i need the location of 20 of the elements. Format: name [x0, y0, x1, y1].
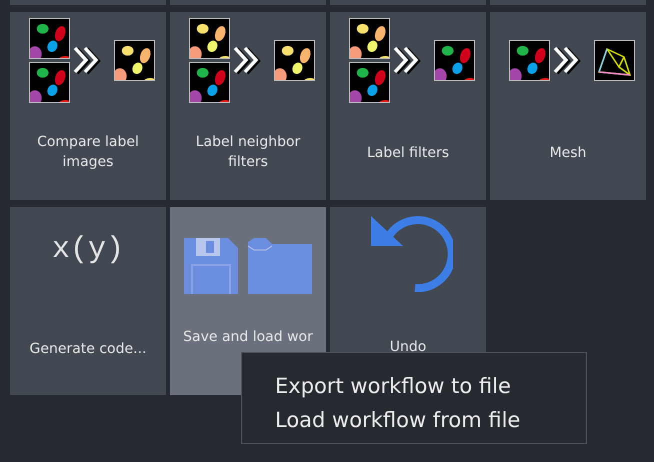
tool-tile[interactable]: Label filters	[330, 12, 486, 200]
tile[interactable]	[170, 0, 326, 5]
tile[interactable]	[330, 0, 486, 5]
tool-tile[interactable]: Compare label images	[10, 12, 166, 200]
save-and-folder-icon	[184, 238, 312, 294]
tile-label: Label neighbor filters	[194, 133, 302, 172]
tool-tile[interactable]: Label neighbor filters	[170, 12, 326, 200]
tile-label: Compare label images	[36, 133, 140, 172]
tool-tile[interactable]: Mesh	[490, 12, 646, 200]
tile-label: Save and load wor	[182, 328, 314, 347]
tile-label: Undo	[388, 338, 428, 357]
tile[interactable]	[10, 0, 166, 5]
tile-label: Generate code...	[28, 340, 148, 359]
undo-icon	[369, 214, 453, 292]
function-symbol: x(y)	[52, 233, 124, 267]
menu-item[interactable]: Load workflow from file	[275, 403, 586, 437]
tile-label: Label filters	[366, 144, 450, 163]
tile-label: Mesh	[548, 144, 588, 163]
tile[interactable]	[490, 0, 646, 5]
tool-tile[interactable]: x(y) Generate code...	[10, 207, 166, 395]
